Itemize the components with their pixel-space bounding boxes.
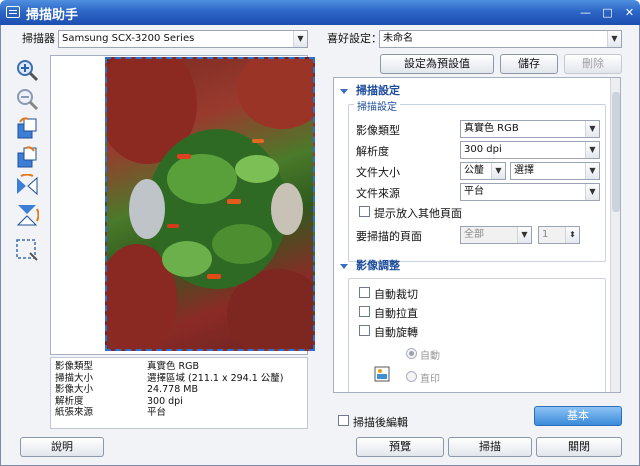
preset-select[interactable]: 未命名 ▼ (379, 30, 622, 48)
scan-settings-section-header[interactable]: 掃描設定 (340, 82, 400, 98)
delete-preset-button[interactable]: 刪除 (564, 54, 622, 74)
scrollbar-thumb[interactable] (612, 92, 620, 212)
help-button[interactable]: 說明 (20, 437, 104, 457)
size-unit-value: 公釐 (464, 165, 484, 176)
doc-source-value: 平台 (464, 186, 484, 197)
image-info-panel: 影像類型 真實色 RGB 掃描大小 選擇區域 (211.1 x 294.1 公釐) … (50, 357, 308, 429)
orientation-portrait-radio[interactable] (406, 371, 417, 382)
image-type-label: 影像類型 (356, 124, 400, 137)
orientation-portrait-label: 直印 (420, 374, 440, 385)
save-preset-button[interactable]: 儲存 (500, 54, 558, 74)
rotate-right-icon[interactable] (15, 145, 39, 169)
chevron-down-icon: ▼ (585, 184, 599, 200)
chevron-down-icon: ▼ (585, 163, 599, 179)
settings-scrollbar[interactable] (610, 78, 620, 392)
pages-label: 要掃描的頁面 (356, 230, 422, 243)
info-row: 紙張來源 平台 (55, 407, 167, 419)
set-default-button[interactable]: 設定為預設值 (380, 54, 494, 74)
resolution-select[interactable]: 300 dpi ▼ (460, 141, 600, 159)
preset-select-value: 未命名 (383, 33, 413, 44)
chevron-down-icon: ▼ (517, 227, 531, 243)
size-unit-select[interactable]: 公釐 ▼ (460, 162, 506, 180)
resolution-value: 300 dpi (464, 144, 502, 155)
edit-after-scan-label: 掃描後編輯 (353, 416, 408, 429)
collapse-triangle-icon (340, 263, 348, 269)
app-icon (6, 6, 20, 18)
maximize-button[interactable]: □ (600, 5, 615, 20)
prompt-more-pages-checkbox[interactable] (359, 206, 370, 217)
auto-crop-checkbox[interactable] (359, 287, 370, 298)
collapse-triangle-icon (340, 88, 348, 94)
chevron-down-icon: ▼ (491, 163, 505, 179)
scanned-image[interactable] (105, 57, 315, 351)
title-bar: 掃描助手 — □ ✕ (0, 0, 640, 25)
image-type-value: 真實色 RGB (464, 123, 519, 134)
preview-pane[interactable] (50, 55, 315, 355)
doc-size-label: 文件大小 (356, 166, 400, 179)
preview-button[interactable]: 預覽 (356, 437, 444, 457)
image-adjust-section-header[interactable]: 影像調整 (340, 257, 400, 273)
close-window-button[interactable]: ✕ (622, 5, 637, 20)
minimize-button[interactable]: — (578, 5, 593, 20)
select-area-icon[interactable] (15, 238, 39, 262)
close-button[interactable]: 關閉 (536, 437, 622, 457)
info-row: 解析度 300 dpi (55, 395, 183, 407)
pages-number-value: 1 (542, 229, 549, 240)
stepper-icon: ⬍ (565, 227, 579, 243)
scan-button[interactable]: 掃描 (448, 437, 532, 457)
doc-source-select[interactable]: 平台 ▼ (460, 183, 600, 201)
info-row: 影像大小 24.778 MB (55, 384, 198, 396)
doc-size-value: 選擇 (514, 165, 534, 176)
chevron-down-icon: ▼ (293, 31, 307, 47)
chevron-down-icon: ▼ (585, 121, 599, 137)
scan-settings-group-title: 掃描設定 (354, 98, 400, 113)
pages-value: 全部 (464, 229, 484, 240)
resolution-label: 解析度 (356, 145, 389, 158)
auto-rotate-checkbox[interactable] (359, 325, 370, 336)
zoom-in-icon[interactable] (15, 58, 39, 82)
edit-after-scan-checkbox[interactable] (338, 415, 349, 426)
auto-straighten-label: 自動拉直 (374, 307, 418, 320)
window-title: 掃描助手 (26, 8, 79, 23)
info-row: 影像類型 真實色 RGB (55, 361, 199, 372)
chevron-down-icon: ▼ (607, 31, 621, 47)
auto-rotate-label: 自動旋轉 (374, 326, 418, 339)
flip-horizontal-icon[interactable] (15, 173, 39, 198)
preset-label: 喜好設定： (327, 32, 382, 45)
auto-crop-label: 自動裁切 (374, 288, 418, 301)
pages-select[interactable]: 全部 ▼ (460, 226, 532, 244)
scanner-select-value: Samsung SCX-3200 Series (62, 33, 195, 44)
orientation-auto-radio[interactable] (406, 348, 417, 359)
settings-panel: 掃描設定 掃描設定 影像類型 真實色 RGB ▼ 解析度 300 dpi ▼ 文… (333, 77, 621, 393)
doc-size-select[interactable]: 選擇 ▼ (510, 162, 600, 180)
doc-source-label: 文件來源 (356, 187, 400, 200)
scanner-select[interactable]: Samsung SCX-3200 Series ▼ (58, 30, 308, 48)
info-row: 掃描大小 選擇區域 (211.1 x 294.1 公釐) (55, 372, 284, 384)
basic-mode-button[interactable]: 基本 (534, 406, 622, 426)
image-type-select[interactable]: 真實色 RGB ▼ (460, 120, 600, 138)
orientation-auto-label: 自動 (420, 351, 440, 362)
prompt-more-pages-label: 提示放入其他頁面 (374, 207, 462, 220)
scanner-label: 掃描器 (22, 32, 55, 45)
rotate-left-icon[interactable] (15, 116, 39, 140)
orientation-image-icon (374, 366, 390, 382)
chevron-down-icon: ▼ (585, 142, 599, 158)
auto-straighten-checkbox[interactable] (359, 306, 370, 317)
zoom-out-icon[interactable] (15, 87, 39, 111)
pages-number-stepper[interactable]: 1 ⬍ (538, 226, 580, 244)
flip-vertical-icon[interactable] (15, 203, 40, 227)
